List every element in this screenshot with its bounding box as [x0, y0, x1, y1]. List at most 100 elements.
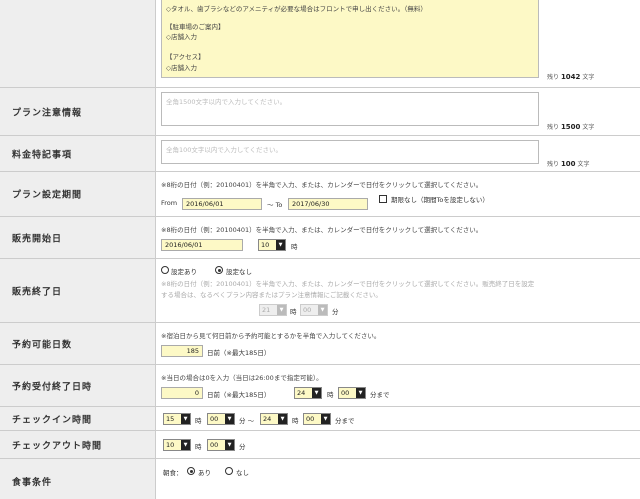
booking-days-input[interactable]: 185: [161, 345, 203, 357]
row-label-cell: プラン注意情報: [0, 88, 156, 135]
chevron-down-icon: ▼: [276, 240, 285, 250]
range-separator: 分 ～: [239, 417, 255, 425]
chevron-down-icon: ▼: [181, 440, 190, 450]
checkin-to-minute-select[interactable]: 00 ▼: [303, 413, 331, 425]
sale-end-minute-select[interactable]: 00 ▼: [300, 304, 328, 316]
row-booking-days: 予約可能日数 ※宿泊日から見て何日前から予約可能とするかを半角で入力してください…: [0, 323, 640, 365]
minute-unit: 分まで: [335, 417, 355, 425]
minute-unit: 分まで: [370, 391, 390, 399]
checkout-minute-select[interactable]: 00 ▼: [207, 439, 235, 451]
breakfast-yes-radio[interactable]: [187, 467, 195, 475]
radio-label: 設定あり: [171, 268, 197, 276]
booking-deadline-minute-select[interactable]: 00 ▼: [338, 387, 366, 399]
checkout-label: チェックアウト時間: [12, 441, 103, 451]
checkin-to-hour-select[interactable]: 24 ▼: [260, 413, 288, 425]
checkin-from-hour-select[interactable]: 15 ▼: [163, 413, 191, 425]
no-limit-label: 期限なし（期間Toを設定しない）: [391, 196, 489, 204]
row-value-cell: 全角100文字以内で入力してください。 残り 100 文字: [157, 136, 640, 171]
row-label-cell: 予約可能日数: [0, 323, 156, 364]
row-label-cell: 予約受付終了日時: [0, 365, 156, 406]
fee-notes-label: 料金特記事項: [12, 150, 73, 160]
booking-days-note: ※宿泊日から見て何日前から予約可能とするかを半角で入力してください。: [161, 332, 381, 340]
booking-deadline-suffix: 日前（※最大185日）: [207, 391, 271, 399]
checkin-from-minute-select[interactable]: 00 ▼: [207, 413, 235, 425]
no-limit-checkbox[interactable]: [379, 195, 387, 203]
row-value-cell: 朝食： あり なし: [157, 459, 640, 499]
row-value-cell: 全角1500文字以内で入力してください。 残り 1500 文字: [157, 88, 640, 135]
chevron-down-icon: ▼: [356, 388, 365, 398]
radio-label: 設定なし: [226, 268, 252, 276]
period-from-input[interactable]: 2016/06/01: [182, 198, 262, 210]
row-sale-end: 販売終了日 設定あり 設定なし ※8桁の日付（例：20100401）を半角で入力…: [0, 259, 640, 323]
plan-notes-label: プラン注意情報: [12, 108, 83, 118]
row-label-cell: 販売終了日: [0, 259, 156, 322]
booking-days-suffix: 日前（※最大185日）: [207, 349, 271, 357]
plan-period-note: ※8桁の日付（例：20100401）を半角で入力、または、カレンダーで日付をクリ…: [161, 181, 483, 189]
booking-deadline-days-input[interactable]: 0: [161, 387, 203, 399]
row-label-cell: [0, 0, 156, 87]
placeholder: 全角1500文字以内で入力してください。: [166, 98, 287, 106]
row-booking-deadline: 予約受付終了日時 ※当日の場合は0を入力（当日は26:00まで指定可能）。 0 …: [0, 365, 640, 407]
hour-unit: 時: [290, 308, 297, 316]
row-plan-notes: プラン注意情報 全角1500文字以内で入力してください。 残り 1500 文字: [0, 88, 640, 136]
breakfast-no-radio[interactable]: [225, 467, 233, 475]
row-value-cell: ※宿泊日から見て何日前から予約可能とするかを半角で入力してください。 185 日…: [157, 323, 640, 364]
plan-notes-textarea[interactable]: 全角1500文字以内で入力してください。: [161, 92, 539, 126]
meals-label: 食事条件: [12, 478, 53, 488]
row-label-cell: チェックイン時間: [0, 407, 156, 430]
sale-end-label: 販売終了日: [12, 287, 63, 297]
chevron-down-icon: ▼: [181, 414, 190, 424]
sale-end-note: する場合は、なるべくプラン内容またはプラン注意情報にご記載ください。: [161, 291, 382, 299]
checkin-label: チェックイン時間: [12, 415, 93, 425]
remaining-chars: 残り 100 文字: [547, 160, 590, 168]
radio-label: あり: [198, 469, 211, 477]
minute-unit: 分: [239, 443, 246, 451]
row-meals: 食事条件 朝食： あり なし: [0, 459, 640, 499]
placeholder: 全角100文字以内で入力してください。: [166, 146, 283, 154]
booking-days-label: 予約可能日数: [12, 340, 73, 350]
fee-notes-textarea[interactable]: 全角100文字以内で入力してください。: [161, 140, 539, 164]
period-to-input[interactable]: 2017/06/30: [288, 198, 368, 210]
chevron-down-icon: ▼: [278, 414, 287, 424]
chevron-down-icon: ▼: [321, 414, 330, 424]
booking-deadline-hour-select[interactable]: 24 ▼: [294, 387, 322, 399]
plan-content-textarea[interactable]: ◇タオル、歯ブラシなどのアメニティが必要な場合はフロントで申し出ください。（無料…: [161, 0, 539, 78]
hour-unit: 時: [327, 391, 334, 399]
sale-end-unset-radio[interactable]: [215, 266, 223, 274]
sale-end-set-radio[interactable]: [161, 266, 169, 274]
from-label: From: [161, 199, 178, 207]
row-checkin: チェックイン時間 15 ▼ 時 00 ▼ 分 ～ 24 ▼ 時 00 ▼ 分まで: [0, 407, 640, 431]
row-fee-notes: 料金特記事項 全角100文字以内で入力してください。 残り 100 文字: [0, 136, 640, 172]
row-label-cell: チェックアウト時間: [0, 431, 156, 458]
row-value-cell: 10 ▼ 時 00 ▼ 分: [157, 431, 640, 458]
chevron-down-icon: ▼: [277, 305, 286, 315]
row-value-cell: 設定あり 設定なし ※8桁の日付（例：20100401）を半角で入力、または、カ…: [157, 259, 640, 322]
row-value-cell: ※当日の場合は0を入力（当日は26:00まで指定可能）。 0 日前（※最大185…: [157, 365, 640, 406]
radio-label: なし: [236, 469, 249, 477]
row-value-cell: ◇タオル、歯ブラシなどのアメニティが必要な場合はフロントで申し出ください。（無料…: [157, 0, 640, 87]
textarea-line: 【駐車場のご案内】: [166, 23, 225, 31]
sale-end-note: ※8桁の日付（例：20100401）を半角で入力、または、カレンダーで日付をクリ…: [161, 280, 535, 288]
breakfast-label: 朝食：: [163, 469, 183, 477]
hour-unit: 時: [291, 243, 298, 251]
sale-start-hour-select[interactable]: 10 ▼: [258, 239, 286, 251]
hour-unit: 時: [195, 417, 202, 425]
plan-period-label: プラン設定期間: [12, 190, 83, 201]
row-label-cell: 食事条件: [0, 459, 156, 499]
row-sale-start: 販売開始日 ※8桁の日付（例：20100401）を半角で入力、または、カレンダー…: [0, 217, 640, 259]
sale-start-label: 販売開始日: [12, 234, 63, 244]
row-value-cell: ※8桁の日付（例：20100401）を半角で入力、または、カレンダーで日付をクリ…: [157, 172, 640, 216]
sale-start-date-input[interactable]: 2016/06/01: [161, 239, 243, 251]
sale-start-note: ※8桁の日付（例：20100401）を半角で入力、または、カレンダーで日付をクリ…: [161, 226, 483, 234]
textarea-line: ◇店舗入力: [166, 64, 197, 72]
to-label: ～ To: [267, 201, 283, 209]
textarea-line: ◇タオル、歯ブラシなどのアメニティが必要な場合はフロントで申し出ください。（無料…: [166, 5, 427, 13]
row-plan-content: ◇タオル、歯ブラシなどのアメニティが必要な場合はフロントで申し出ください。（無料…: [0, 0, 640, 88]
chevron-down-icon: ▼: [312, 388, 321, 398]
checkout-hour-select[interactable]: 10 ▼: [163, 439, 191, 451]
sale-end-hour-select[interactable]: 21 ▼: [259, 304, 287, 316]
booking-deadline-label: 予約受付終了日時: [12, 382, 93, 392]
row-label-cell: 料金特記事項: [0, 136, 156, 171]
textarea-line: ◇店舗入力: [166, 33, 197, 41]
booking-deadline-note: ※当日の場合は0を入力（当日は26:00まで指定可能）。: [161, 374, 323, 382]
